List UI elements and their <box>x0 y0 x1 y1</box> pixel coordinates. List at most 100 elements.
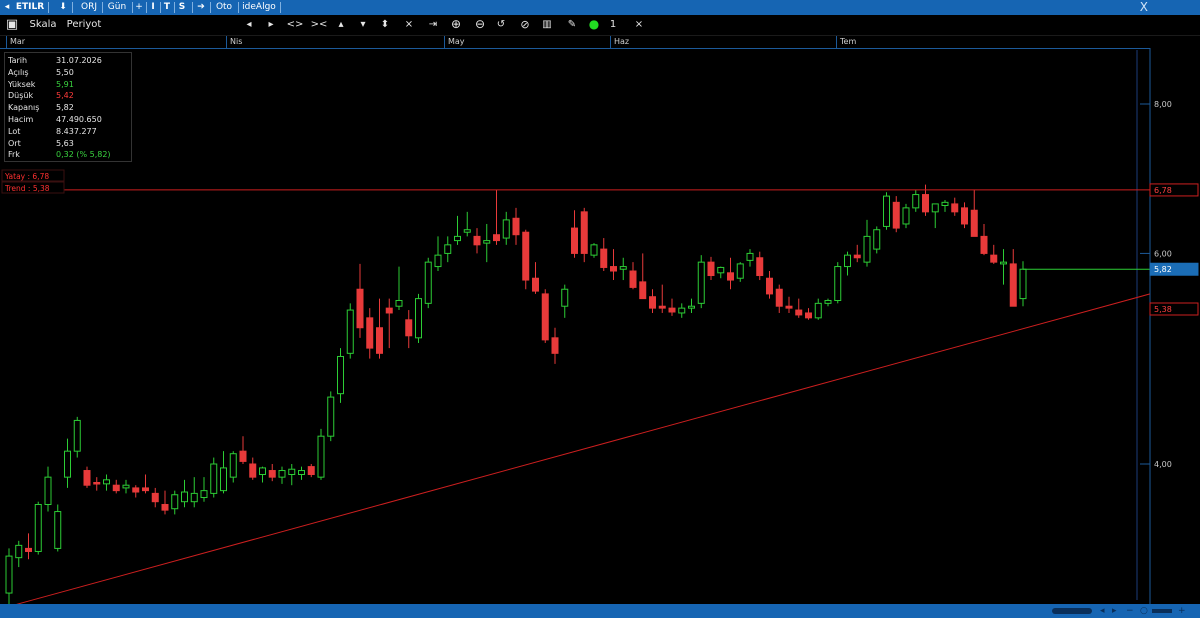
scroll-thumb[interactable] <box>1052 608 1092 614</box>
candle-body <box>775 288 783 307</box>
expand-horizontal-icon[interactable]: <> <box>286 17 304 32</box>
download-icon[interactable]: ⬇ <box>58 1 68 14</box>
menu-arrow-icon[interactable]: ◂ <box>2 1 12 14</box>
symbol-label[interactable]: ETILR <box>14 1 46 14</box>
idealgo-button[interactable]: ideAlgo <box>240 1 278 14</box>
price-tag: 5,38 <box>1149 302 1199 316</box>
month-divider <box>610 36 611 48</box>
candle <box>239 436 247 464</box>
month-divider <box>836 36 837 48</box>
candle <box>493 189 500 245</box>
expand-vertical-icon[interactable]: ⬍ <box>378 17 392 32</box>
arrow-right-icon[interactable]: ➔ <box>194 1 208 14</box>
info-value: 5,63 <box>56 138 74 148</box>
candle-body <box>25 547 32 552</box>
candle-body <box>853 254 861 259</box>
candle <box>298 466 305 480</box>
period-button[interactable]: Periyot <box>64 17 104 32</box>
add-icon[interactable]: + <box>134 1 144 14</box>
t-button[interactable]: T <box>162 1 172 14</box>
candle <box>873 226 881 254</box>
candle-body <box>103 479 110 485</box>
separator <box>174 2 175 13</box>
candle-body <box>366 317 374 349</box>
refresh-icon[interactable]: ↺ <box>494 17 508 32</box>
candle-body <box>132 487 140 493</box>
candle <box>678 303 686 318</box>
trash-icon[interactable]: ▥ <box>540 17 554 32</box>
candle <box>181 479 188 508</box>
candle-body <box>873 229 881 250</box>
candle <box>610 249 617 281</box>
candle-body <box>727 272 734 281</box>
price-tag: 5,82 <box>1149 262 1199 276</box>
arrow-left-icon[interactable]: ◂ <box>242 17 256 32</box>
separator <box>210 2 211 13</box>
compress-horizontal-icon[interactable]: >< <box>310 17 328 32</box>
color-dot-icon[interactable]: ● <box>586 17 602 32</box>
line-width-label[interactable]: 1 <box>606 17 620 32</box>
candle-body <box>171 494 179 510</box>
candle <box>649 289 656 313</box>
candle <box>922 184 929 216</box>
candle-body <box>629 270 637 288</box>
zoom-plus-icon[interactable]: + <box>1178 605 1186 617</box>
orj-button[interactable]: ORJ <box>78 1 100 14</box>
save-icon[interactable]: ▣ <box>4 17 20 32</box>
candle-body <box>259 467 266 475</box>
compress-vertical-icon[interactable]: ⨯ <box>402 17 416 32</box>
zoom-circle-icon[interactable]: ○ <box>1140 605 1148 617</box>
no-entry-icon[interactable]: ⊘ <box>518 17 532 32</box>
candle-body <box>463 229 471 233</box>
candle <box>892 196 900 233</box>
candle <box>912 189 920 212</box>
info-key: Yüksek <box>8 79 36 89</box>
candle <box>902 203 910 229</box>
zoom-slider[interactable] <box>1152 609 1172 613</box>
zoom-in-icon[interactable]: ⊕ <box>448 17 464 32</box>
candle <box>151 487 159 508</box>
candle-body <box>444 244 452 254</box>
candle <box>405 310 413 349</box>
candle <box>73 416 81 458</box>
candle-body <box>454 235 461 242</box>
candle <box>259 466 266 483</box>
y-tick-label: 6,00 <box>1154 249 1172 258</box>
period-gun-button[interactable]: Gün <box>104 1 130 14</box>
pen-icon[interactable]: ✎ <box>564 17 580 32</box>
candle <box>970 189 978 237</box>
oto-button[interactable]: Oto <box>212 1 236 14</box>
title-bar: ◂ ETILR ⬇ ORJ Gün + I T S ➔ Oto ideAlgo … <box>0 0 1200 15</box>
fit-icon[interactable]: ⇥ <box>426 17 440 32</box>
y-tick-label: 8,00 <box>1154 100 1172 109</box>
arrow-down-icon[interactable]: ▾ <box>356 17 370 32</box>
candle-body <box>73 419 81 452</box>
candle <box>697 255 705 309</box>
candle-body <box>522 231 530 281</box>
scroll-left-icon[interactable]: ◂ <box>1100 605 1105 617</box>
scale-button[interactable]: Skala <box>26 17 60 32</box>
candle-body <box>639 281 647 300</box>
price-chart: 8,00 6,00 4,00 6,78 5,82 5,38 Yatay : 6,78 Tre… <box>1 48 1199 609</box>
candle <box>629 262 637 290</box>
info-key: Tarih <box>8 56 28 65</box>
info-key: Frk <box>8 150 20 160</box>
zoom-out-icon[interactable]: ⊖ <box>472 17 488 32</box>
s-button[interactable]: S <box>176 1 188 14</box>
candle <box>853 244 861 263</box>
arrow-right-icon[interactable]: ▸ <box>264 17 278 32</box>
zoom-minus-icon[interactable]: − <box>1126 605 1134 617</box>
candle <box>746 249 754 267</box>
arrow-up-icon[interactable]: ▴ <box>334 17 348 32</box>
separator <box>48 2 49 13</box>
close-icon[interactable]: X <box>1140 0 1148 14</box>
candle <box>93 477 101 491</box>
candle <box>844 251 851 276</box>
month-label: Nis <box>230 37 243 46</box>
candle-body <box>551 337 559 354</box>
scroll-right-icon[interactable]: ▸ <box>1112 605 1117 617</box>
i-button[interactable]: I <box>148 1 158 14</box>
info-value: 5,50 <box>56 67 74 77</box>
candle-body <box>863 235 871 263</box>
toolbar-close-icon[interactable]: × <box>632 17 646 32</box>
